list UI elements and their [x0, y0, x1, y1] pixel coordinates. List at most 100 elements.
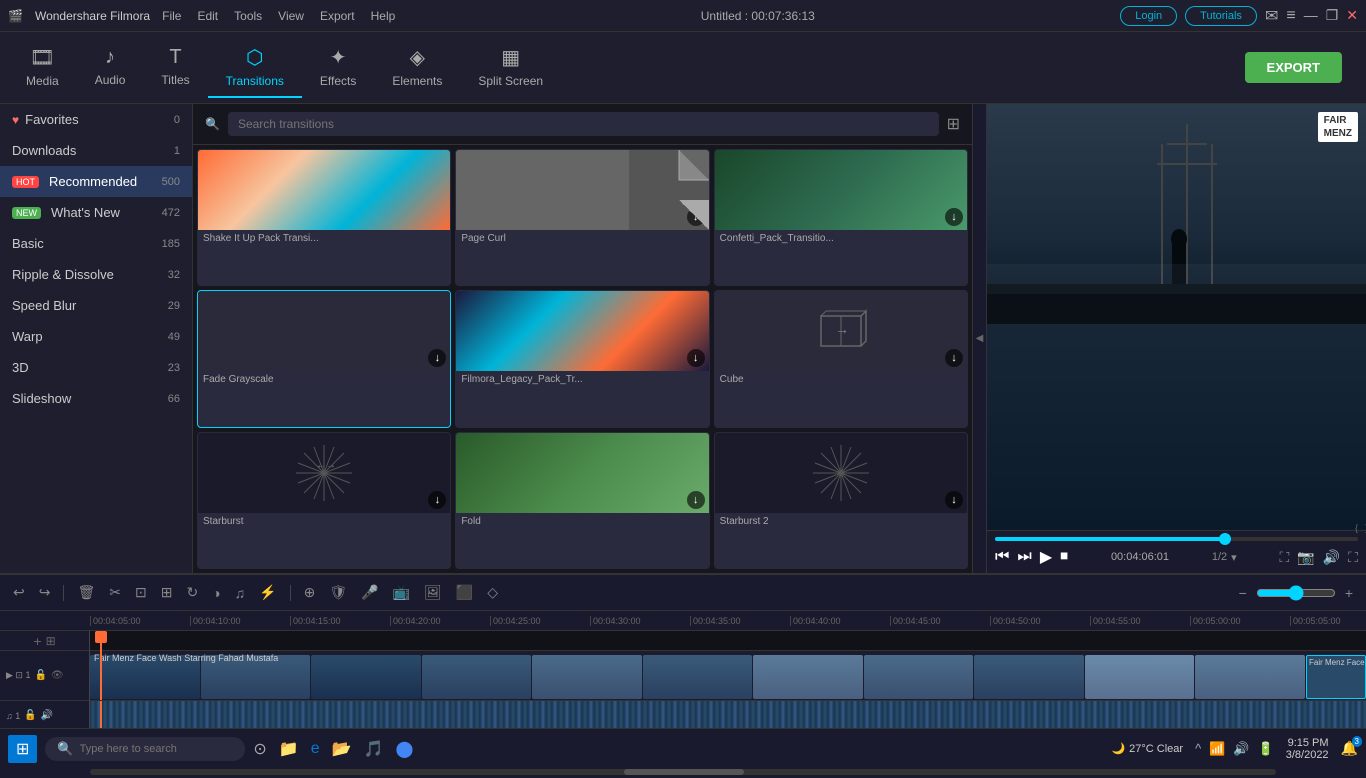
snap-button[interactable]: ⊕	[299, 582, 321, 603]
notification-center-icon[interactable]: 🔔 3	[1341, 740, 1358, 757]
taskbar-search-input[interactable]	[80, 743, 220, 755]
transition-starburst2[interactable]: ↓ Starburst 2	[714, 432, 968, 569]
sidebar-item-warp[interactable]: Warp 49	[0, 321, 192, 352]
sidebar-item-slideshow[interactable]: Slideshow 66	[0, 383, 192, 414]
color-button[interactable]: ◑	[207, 583, 225, 603]
tab-audio[interactable]: ♪ Audio	[77, 38, 144, 97]
step-back-button[interactable]: ⏭	[1017, 548, 1031, 566]
dropdown-icon[interactable]: ▾	[1231, 551, 1237, 564]
taskbar-search[interactable]: 🔍	[45, 737, 245, 761]
sidebar-item-3d[interactable]: 3D 23	[0, 352, 192, 383]
audio-btn[interactable]: ♫	[230, 583, 251, 603]
tab-transitions[interactable]: ⬡ Transitions	[208, 37, 302, 98]
lock-icon-1[interactable]: 🔓	[34, 670, 46, 681]
rotate-button[interactable]: ↻	[181, 582, 203, 603]
transition-shake[interactable]: Shake It Up Pack Transi...	[197, 149, 451, 286]
taskbar-app1-icon[interactable]: 🎵	[364, 739, 384, 759]
sidebar-item-recommended[interactable]: HOT Recommended 500	[0, 166, 192, 197]
download-icon-starburst1[interactable]: ↓	[428, 491, 446, 509]
download-icon-confetti[interactable]: ↓	[945, 208, 963, 226]
download-icon-pagecurl[interactable]: ↓	[687, 208, 705, 226]
zoom-slider-input[interactable]	[1256, 585, 1336, 601]
sidebar-item-basic[interactable]: Basic 185	[0, 228, 192, 259]
play-button[interactable]: ▶	[1040, 547, 1052, 567]
sidebar-item-ripple[interactable]: Ripple & Dissolve 32	[0, 259, 192, 290]
search-input[interactable]	[228, 112, 939, 136]
transition-fold[interactable]: ↓ Fold	[455, 432, 709, 569]
tab-splitscreen[interactable]: ▦ Split Screen	[460, 37, 561, 98]
delete-button[interactable]: 🗑	[72, 582, 100, 603]
rewind-button[interactable]: ⏮	[995, 548, 1009, 566]
scrollbar-track[interactable]	[90, 769, 1276, 775]
menu-tools[interactable]: Tools	[234, 9, 262, 23]
menu-help[interactable]: Help	[371, 9, 396, 23]
taskbar-weather[interactable]: 🌙 27°C Clear	[1111, 742, 1183, 755]
screen-record-button[interactable]: 📺	[388, 582, 415, 603]
transition-confetti[interactable]: ↓ Confetti_Pack_Transitio...	[714, 149, 968, 286]
sidebar-item-whatsnew[interactable]: NEW What's New 472	[0, 197, 192, 228]
transition-starburst1[interactable]: ← → ↓ Starburst	[197, 432, 451, 569]
download-icon-cube[interactable]: ↓	[945, 349, 963, 367]
tab-effects[interactable]: ✦ Effects	[302, 37, 374, 98]
pip-button[interactable]: ⬛	[451, 582, 478, 603]
zoom-out-button[interactable]: −	[1234, 583, 1252, 603]
mic-button[interactable]: 🎤	[356, 582, 383, 603]
menu-file[interactable]: File	[162, 9, 181, 23]
scrollbar-thumb[interactable]	[624, 769, 744, 775]
add-track-row[interactable]: + ⊞	[0, 631, 89, 651]
menu-export[interactable]: Export	[320, 9, 355, 23]
settings-icon[interactable]: ⛶	[1348, 549, 1358, 566]
image-button[interactable]: 🖼	[419, 582, 447, 603]
fullscreen-icon[interactable]: ⛶	[1279, 549, 1289, 566]
speed-button[interactable]: ⚡	[254, 582, 281, 603]
sidebar-item-speedblur[interactable]: Speed Blur 29	[0, 290, 192, 321]
tab-media[interactable]: 🎞 Media	[8, 37, 77, 98]
progress-bar[interactable]: { }	[995, 537, 1358, 541]
shield-button[interactable]: 🛡	[324, 582, 352, 603]
download-icon-legacy[interactable]: ↓	[687, 349, 705, 367]
volume-icon-audio[interactable]: 🔊	[41, 710, 53, 721]
taskbar-explorer-icon[interactable]: 📁	[279, 739, 299, 759]
taskbar-time-display[interactable]: 9:15 PM 3/8/2022	[1286, 737, 1329, 761]
transition-legacy[interactable]: ↓ Filmora_Legacy_Pack_Tr...	[455, 290, 709, 427]
menu-view[interactable]: View	[278, 9, 304, 23]
close-button[interactable]: ✕	[1346, 7, 1358, 24]
keyframe-button[interactable]: ◇	[482, 582, 503, 603]
menu-icon[interactable]: ≡	[1286, 7, 1295, 25]
video-track[interactable]: Fair Menz Face Wash Starring Fahad Musta…	[90, 651, 1366, 701]
transition-fadegrayscale[interactable]: ↓ Fade Grayscale	[197, 290, 451, 427]
taskbar-edge-icon[interactable]: e	[311, 740, 320, 758]
audio-track[interactable]	[90, 701, 1366, 731]
tab-elements[interactable]: ◈ Elements	[374, 37, 460, 98]
start-button[interactable]: ⊞	[8, 735, 37, 763]
redo-button[interactable]: ↪	[34, 582, 56, 603]
notification-icon[interactable]: ✉	[1265, 6, 1278, 26]
download-icon-fold[interactable]: ↓	[687, 491, 705, 509]
screenshot-icon[interactable]: 📷	[1297, 549, 1314, 566]
tab-titles[interactable]: T Titles	[143, 38, 207, 97]
crop-button[interactable]: ⊞	[156, 582, 178, 603]
speaker-icon[interactable]: 🔊	[1233, 741, 1249, 757]
add-media-icon[interactable]: ⊞	[46, 634, 56, 648]
collapse-panel-button[interactable]: ◀	[972, 104, 986, 573]
minimize-button[interactable]: —	[1304, 7, 1318, 24]
sidebar-item-favorites[interactable]: ♥ Favorites 0	[0, 104, 192, 135]
taskbar-widgets-icon[interactable]: ⊙	[253, 739, 266, 759]
add-track-icon[interactable]: +	[33, 633, 41, 649]
export-button[interactable]: EXPORT	[1245, 52, 1342, 83]
volume-icon[interactable]: 🔊	[1323, 549, 1340, 566]
trim-button[interactable]: ⊡	[130, 582, 152, 603]
login-button[interactable]: Login	[1120, 6, 1177, 26]
maximize-button[interactable]: ❐	[1326, 7, 1339, 24]
transition-pagecurl[interactable]: ↓ Page Curl	[455, 149, 709, 286]
network-icon[interactable]: 📶	[1209, 741, 1225, 757]
download-icon-fadegrayscale[interactable]: ↓	[428, 349, 446, 367]
tutorials-button[interactable]: Tutorials	[1185, 6, 1257, 26]
battery-icon[interactable]: 🔋	[1258, 741, 1274, 757]
menu-edit[interactable]: Edit	[197, 9, 218, 23]
download-icon-starburst2[interactable]: ↓	[945, 491, 963, 509]
sidebar-item-downloads[interactable]: Downloads 1	[0, 135, 192, 166]
zoom-in-button[interactable]: +	[1340, 583, 1358, 603]
stop-button[interactable]: ⏹	[1060, 548, 1068, 566]
taskbar-folder-icon[interactable]: 📂	[332, 739, 352, 759]
